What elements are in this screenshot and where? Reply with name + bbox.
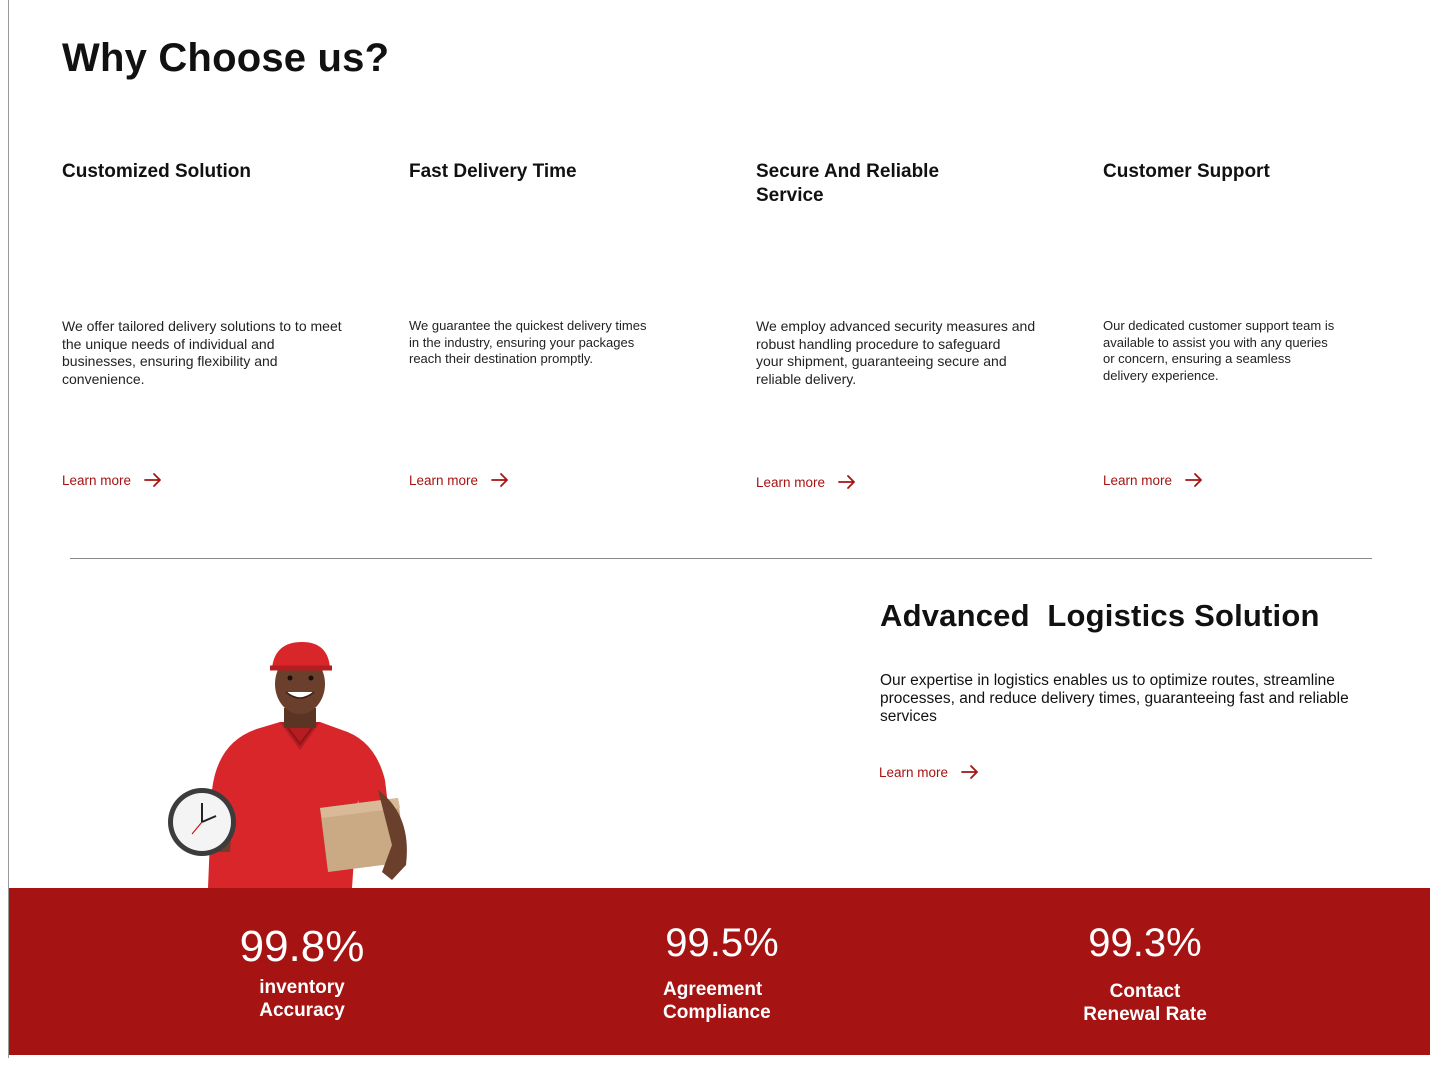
section-divider	[70, 558, 1372, 559]
feature-title: Fast Delivery Time	[409, 161, 577, 182]
stat-agreement-compliance: 99.5% Agreement Compliance	[657, 918, 787, 1024]
advanced-logistics-title: Advanced Logistics Solution	[880, 598, 1320, 633]
stat-contact-renewal-rate: 99.3% Contact Renewal Rate	[1075, 918, 1215, 1026]
feature-card-fast-delivery: Fast Delivery Time We guarantee the quic…	[409, 160, 699, 488]
delivery-person-image	[168, 642, 407, 888]
stat-label: Agreement Compliance	[663, 979, 771, 1023]
feature-title: Customer Support	[1103, 161, 1270, 182]
stat-value: 99.8%	[239, 922, 365, 971]
learn-more-label: Learn more	[879, 764, 949, 780]
learn-more-label: Learn more	[756, 474, 826, 490]
feature-description: We guarantee the quickest delivery times…	[409, 318, 647, 366]
arrow-right-icon	[961, 765, 978, 779]
learn-more-label: Learn more	[409, 472, 479, 488]
learn-more-label: Learn more	[62, 472, 132, 488]
feature-description: We offer tailored delivery solutions to …	[62, 318, 342, 387]
feature-title: Customized Solution	[62, 161, 251, 182]
stat-value: 99.3%	[1088, 921, 1202, 965]
stat-label: inventory Accuracy	[259, 977, 345, 1021]
arrow-right-icon	[838, 475, 855, 489]
arrow-right-icon	[144, 473, 161, 487]
stats-banner: 99.8% inventory Accuracy 99.5% Agreement…	[9, 888, 1430, 1055]
feature-card-customized: Customized Solution We offer tailored de…	[62, 160, 352, 488]
page-title: Why Choose us?	[62, 36, 390, 80]
arrow-right-icon	[1185, 473, 1202, 487]
arrow-right-icon	[491, 473, 508, 487]
learn-more-link[interactable]: Learn more	[62, 472, 163, 488]
feature-title: Secure And Reliable Service	[756, 161, 940, 206]
learn-more-label: Learn more	[1103, 472, 1173, 488]
feature-description: We employ advanced security measures and…	[756, 318, 1036, 387]
stat-label: Contact Renewal Rate	[1083, 981, 1207, 1025]
feature-card-secure: Secure And Reliable Service We employ ad…	[756, 160, 1046, 490]
advanced-logistics-description: Our expertise in logistics enables us to…	[880, 672, 1349, 725]
advanced-learn-more-link[interactable]: Learn more	[879, 764, 980, 780]
stat-inventory-accuracy: 99.8% inventory Accuracy	[227, 922, 377, 1022]
learn-more-link[interactable]: Learn more	[1103, 472, 1204, 488]
feature-card-support: Customer Support Our dedicated customer …	[1103, 160, 1393, 488]
learn-more-link[interactable]: Learn more	[409, 472, 510, 488]
feature-description: Our dedicated customer support team is a…	[1103, 318, 1335, 383]
learn-more-link[interactable]: Learn more	[756, 474, 857, 490]
stat-value: 99.5%	[665, 921, 779, 965]
